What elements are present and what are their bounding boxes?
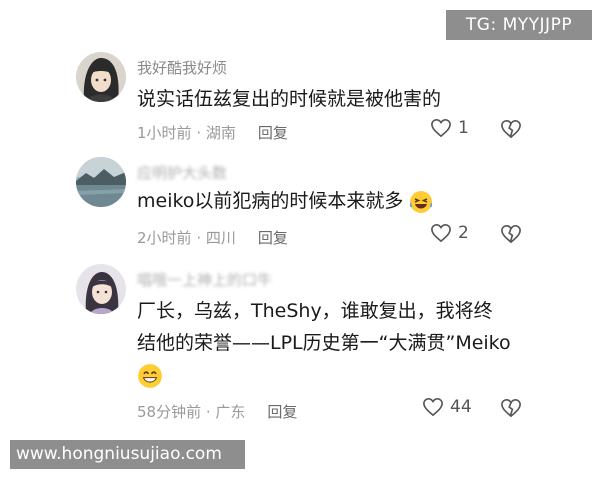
comment-text-3-line-3 (137, 360, 163, 390)
dislike-button[interactable] (500, 398, 522, 422)
location-label: 四川 (205, 229, 236, 247)
heart-icon (431, 223, 451, 243)
meta-row-comment-3: 58分钟前 · 广东 回复 (137, 401, 297, 422)
meta-separator: · (191, 124, 206, 142)
meta-row-comment-1: 1小时前 · 湖南 回复 (137, 122, 288, 143)
broken-heart-icon (501, 119, 521, 139)
avatar-comment-3[interactable] (76, 264, 126, 314)
username-comment-3[interactable]: 唱哦一上神上的口牛 (137, 269, 272, 290)
watermark-tg-label: TG: MYYJJPP (446, 10, 592, 40)
like-count: 2 (458, 223, 469, 243)
grinning-emoji-icon (138, 363, 162, 388)
broken-heart-icon (501, 398, 521, 418)
like-count: 44 (450, 397, 472, 417)
comment-text-1: 说实话伍兹复出的时候就是被他害的 (137, 88, 442, 110)
like-count: 1 (458, 118, 469, 138)
username-comment-1[interactable]: 我好酷我好烦 (137, 57, 227, 78)
like-button[interactable]: 44 (422, 397, 472, 417)
location-label: 广东 (215, 403, 246, 421)
time-label: 2小时前 (137, 229, 192, 247)
like-button[interactable]: 2 (430, 223, 469, 243)
like-button[interactable]: 1 (430, 118, 469, 138)
heart-icon (431, 118, 451, 138)
username-comment-2[interactable]: 应明护大头数 (137, 162, 227, 183)
reply-button[interactable]: 回复 (258, 124, 288, 142)
watermark-url-label: www.hongniusujiao.com (10, 440, 245, 469)
comment-text-2: meiko以前犯病的时候本来就多 (137, 186, 433, 216)
dislike-button[interactable] (500, 224, 522, 248)
comment-text-3-line-2: 结他的荣誉——LPL历史第一“大满贯”Meiko (137, 332, 511, 354)
location-label: 湖南 (205, 124, 236, 142)
broken-heart-icon (501, 224, 521, 244)
heart-icon (423, 397, 443, 417)
comment-feed: TG: MYYJJPP 我好酷我好烦 说实话伍兹复出的时候就是被他害的 1小时前… (0, 0, 600, 480)
avatar-comment-1[interactable] (76, 52, 126, 102)
reply-button[interactable]: 回复 (258, 229, 288, 247)
meta-separator: · (191, 229, 206, 247)
meta-row-comment-2: 2小时前 · 四川 回复 (137, 227, 288, 248)
meta-separator: · (201, 403, 216, 421)
dislike-button[interactable] (500, 119, 522, 143)
reply-button[interactable]: 回复 (267, 403, 297, 421)
girl-avatar-icon (76, 264, 126, 314)
anime-avatar-icon (76, 52, 126, 102)
avatar-comment-2[interactable] (76, 157, 126, 207)
comment-text-2-line: meiko以前犯病的时候本来就多 (137, 190, 404, 212)
time-label: 1小时前 (137, 124, 192, 142)
laughing-crying-emoji-icon (410, 190, 433, 213)
comment-text-3-line-1: 厂长，乌兹，TheShy，谁敢复出，我将终 (137, 300, 493, 322)
lake-landscape-avatar-icon (76, 157, 126, 207)
time-label: 58分钟前 (137, 403, 202, 421)
